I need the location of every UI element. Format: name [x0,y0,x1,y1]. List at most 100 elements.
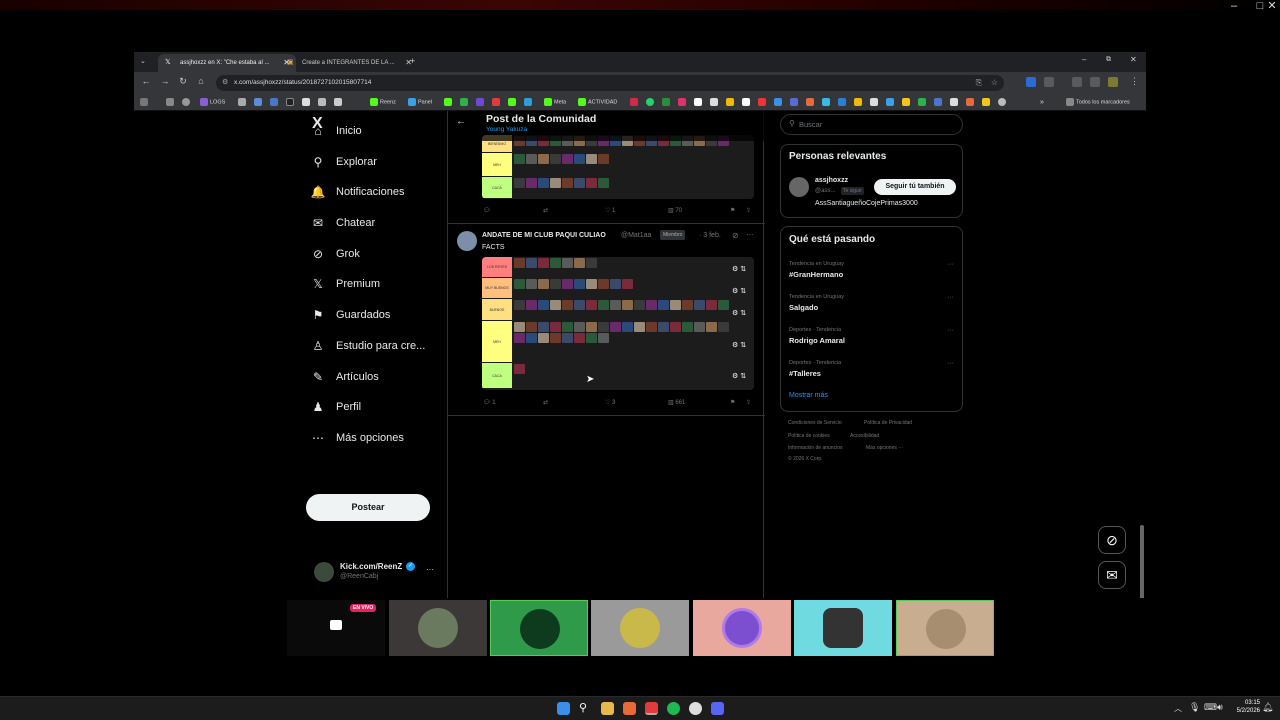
account-more-icon[interactable]: ··· [426,565,434,574]
network-icon[interactable]: ⌨ [1204,702,1217,713]
bookmark-icon[interactable] [254,98,264,107]
avatar[interactable] [457,231,477,251]
bookmark-icon[interactable] [694,98,704,107]
window-minimize-icon[interactable]: – [1082,55,1086,64]
relevant-name[interactable]: assjhoxzz [815,177,848,184]
spotify-icon[interactable] [667,702,680,715]
bookmark-icon[interactable] [806,98,816,107]
bookmark-icon[interactable] [710,98,720,107]
trend-item[interactable]: Deportes · Tendencia #Talleres ··· [789,360,954,378]
minimize-icon[interactable]: – [1224,0,1244,12]
mic-icon[interactable]: 🎙︎ [1189,702,1200,713]
trend-item[interactable]: Deportes · Tendencia Rodrigo Amaral ··· [789,327,954,345]
footer-link[interactable]: Accesibilidad [850,433,879,439]
bookmark-icon[interactable] [476,98,486,107]
stream-tile-live[interactable]: EN VIVO [287,600,385,656]
bookmark-icon[interactable] [790,98,800,107]
like-button[interactable]: ♡ 1 [605,207,615,214]
community-name[interactable]: Young Yakuza [486,126,527,133]
bookmark-icon[interactable] [238,98,248,107]
footer-link[interactable]: Política de cookies [788,433,830,439]
bookmark-icon[interactable] [934,98,944,107]
tab-active[interactable]: 𝕏 assjhoxzz en X: "Che estaba al ... ✕ [158,54,296,72]
bookmark-icon[interactable] [302,98,312,107]
menu-kebab-icon[interactable]: ⋮ [1130,76,1139,87]
bookmark-icon[interactable] [774,98,784,107]
sidebar-item-inicio[interactable]: ⌂ Inicio [310,120,361,142]
sidebar-item-premium[interactable]: 𝕏 Premium [310,273,380,295]
repost-icon[interactable]: ⇄ [543,207,548,214]
close-icon[interactable]: ✕ [1262,0,1280,12]
avatar[interactable] [789,177,809,197]
more-icon[interactable]: ··· [746,230,754,239]
bookmark-icon[interactable] [444,98,454,107]
bookmark-icon[interactable] [902,98,912,107]
bookmark-icon[interactable] [492,98,502,107]
window-restore-icon[interactable]: ⧉ [1106,56,1111,64]
post-button[interactable]: Postear [306,494,430,521]
extensions-puzzle-icon[interactable] [1044,77,1054,87]
reply-icon[interactable]: 💬︎ [483,207,491,214]
trend-item[interactable]: Tendencia en Uruguay Salgado ··· [789,294,954,312]
bookmark-icon[interactable] [950,98,960,107]
bookmark-icon[interactable] [982,98,992,107]
sidebar-item-más-opciones[interactable]: ⋯ Más opciones [310,427,404,449]
bookmark-reenz[interactable]: Reenz [370,98,396,107]
post2-tierlist-image[interactable]: LOS REYES MUY BUENOS BUENOS MEH CACA ⚙ ⇅ ⚙ ⇅ ⚙… [482,257,754,390]
extension-icon[interactable] [1026,77,1036,87]
forward-icon[interactable]: → [158,76,172,86]
bookmark-icon[interactable] [508,98,518,107]
sidebar-item-estudio-para-cre[interactable]: ♙ Estudio para cre... [310,335,426,357]
follow-back-button[interactable]: Seguir tú también [874,179,956,195]
bookmark-icon[interactable] [460,98,470,107]
bookmark-icon[interactable] [742,98,752,107]
trend-more-icon[interactable]: ··· [947,327,954,334]
bookmark-icon[interactable] [524,98,534,107]
sidebar-item-grok[interactable]: ⊘ Grok [310,243,360,265]
bookmark-icon[interactable] [870,98,880,107]
bookmark-icon[interactable] [822,98,832,107]
bookmark-icon[interactable] [630,98,640,107]
bookmark-icon[interactable] [662,98,672,107]
trend-more-icon[interactable]: ··· [947,360,954,367]
views-button[interactable]: ▥ 661 [668,399,685,406]
bookmark-logs[interactable]: LOGS [200,98,225,107]
obs-icon[interactable] [689,702,702,715]
address-bar[interactable]: ⚙ x.com/assjhoxzz/status/201872710201580… [216,75,1004,91]
sidebar-item-chatear[interactable]: ✉ Chatear [310,212,375,234]
post2-date[interactable]: · 3 feb. [699,232,721,239]
bookmark-icon[interactable] [966,98,976,107]
clock-time[interactable]: 03:15 [1232,700,1260,706]
back-arrow-icon[interactable]: ← [456,116,466,127]
apps-grid-icon[interactable] [140,98,150,107]
volume-icon[interactable]: 🔊︎ [1217,702,1223,713]
bookmarks-overflow-icon[interactable]: » [1040,98,1044,107]
trend-item[interactable]: Tendencia en Uruguay #GranHermano ··· [789,261,954,279]
notifications-icon[interactable]: 🔔︎ [1262,702,1273,713]
stream-tile[interactable] [693,600,791,656]
grok-icon[interactable]: ⊘ [732,231,739,240]
file-explorer-icon[interactable] [601,702,614,715]
stream-tile[interactable] [794,600,892,656]
views-button[interactable]: ▥ 70 [668,207,682,214]
bookmark-icon[interactable] [838,98,848,107]
like-button[interactable]: ♡ 3 [605,399,615,406]
bookmark-globe-icon[interactable] [182,98,192,107]
stream-tile[interactable] [389,600,487,656]
bookmark-icon[interactable] [334,98,344,107]
new-tab-icon[interactable]: + [410,56,415,66]
site-info-icon[interactable]: ⚙ [222,75,228,91]
tab-inactive[interactable]: ▣ Create a INTEGRANTES DE LA ... ✕ [280,54,418,72]
share-icon[interactable]: ⇪ [746,207,751,214]
sidebar-item-explorar[interactable]: ⚲ Explorar [310,151,377,173]
bookmark-icon[interactable] [646,98,656,107]
stream-tile[interactable] [591,600,689,656]
share-icon[interactable]: ⇪ [746,399,751,406]
sidebar-item-notificaciones[interactable]: 🔔 Notificaciones [310,181,405,203]
sidebar-item-guardados[interactable]: ⚑ Guardados [310,304,391,326]
bookmark-icon[interactable] [270,98,280,107]
grok-fab-icon[interactable]: ⊘ [1098,526,1126,554]
bookmark-icon[interactable]: ⚑ [730,207,735,214]
start-icon[interactable] [557,702,570,715]
bookmark-icon[interactable] [886,98,896,107]
